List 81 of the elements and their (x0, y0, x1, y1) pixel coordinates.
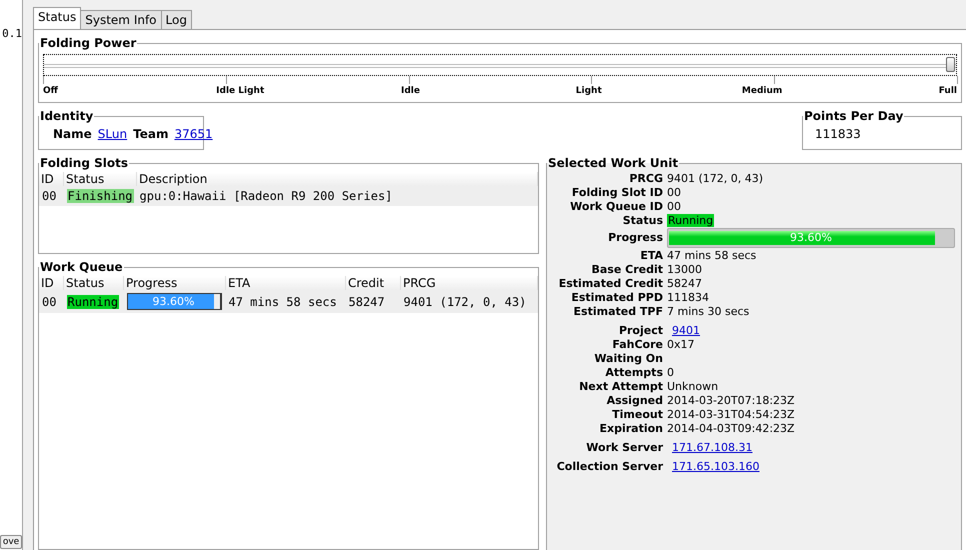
field-value: 13000 (667, 263, 703, 276)
tick-label: Off (43, 86, 58, 96)
group-title: Work Queue (39, 260, 124, 274)
field-value: 58247 (667, 277, 703, 290)
column-header: Description (136, 172, 538, 186)
field-label: Work Server (585, 441, 663, 454)
column-header: ID (39, 276, 64, 290)
field-label: Timeout (611, 408, 663, 421)
power-slider[interactable] (43, 54, 957, 76)
field-label: FahCore (611, 338, 663, 351)
table-cell: 00 (39, 186, 64, 206)
progress-text: 93.60% (789, 230, 833, 246)
field-label: Estimated TPF (572, 305, 663, 318)
field-value: 0x17 (667, 338, 696, 351)
field-label: Folding Slot ID (570, 186, 663, 199)
tick-label: Full (938, 86, 957, 96)
field-value: 00 (667, 186, 682, 199)
team-link[interactable]: 37651 (174, 127, 213, 141)
field-value: 2014-04-03T09:42:23Z (667, 422, 796, 435)
table-cell: 47 mins 58 secs (226, 290, 346, 313)
table-cell: 00 (39, 290, 64, 313)
field-value: 9401 (172, 0, 43) (667, 172, 764, 185)
name-link[interactable]: SLun (98, 127, 128, 141)
field-value: 0 (667, 366, 675, 379)
field-label: Estimated PPD (570, 291, 663, 304)
table-cell: 58247 (346, 290, 400, 313)
column-header: Status (64, 172, 137, 186)
field-label: Project (618, 324, 663, 337)
tab[interactable]: Log (160, 10, 192, 29)
table-cell: gpu:0:Hawaii [Radeon R9 200 Series] (136, 186, 538, 206)
column-header: Progress (124, 276, 226, 290)
field-label: Estimated Credit (558, 277, 663, 290)
table-cell: 9401 (172, 0, 43) (400, 290, 538, 313)
field-value: Unknown (667, 380, 720, 393)
name-label: Name (53, 127, 92, 141)
field-value: 7 mins 30 secs (667, 305, 750, 318)
field-label: Work Queue ID (569, 200, 663, 213)
slider-thumb[interactable] (946, 57, 955, 72)
group-title: Points Per Day (803, 109, 904, 123)
group-title: Folding Power (39, 36, 138, 50)
status-label: Running (667, 214, 714, 227)
field-link[interactable]: 9401 (672, 324, 700, 337)
field-link[interactable]: 171.65.103.160 (672, 460, 760, 473)
tick-label: Medium (742, 86, 782, 96)
tick-label: Idle Light (216, 86, 264, 96)
field-label: Base Credit (590, 263, 663, 276)
field-value: 111834 (667, 291, 710, 304)
points-per-day-value: 111833 (814, 126, 861, 143)
field-label: Expiration (598, 422, 663, 435)
status-label: Finishing (66, 189, 134, 203)
field-value: 2014-03-31T04:54:23Z (667, 408, 796, 421)
tick-label: Light (576, 86, 602, 96)
field-label: Next Attempt (578, 380, 663, 393)
field-label: PRCG (628, 172, 663, 185)
team-label: Team (133, 127, 168, 141)
group-title: Selected Work Unit (547, 156, 680, 170)
field-label: Status (622, 214, 663, 227)
field-value: 00 (667, 200, 682, 213)
field-label: Progress (607, 230, 663, 246)
left-pane-button[interactable]: ove (0, 535, 22, 549)
column-header: Credit (346, 276, 400, 290)
field-value: 2014-03-20T07:18:23Z (667, 394, 796, 407)
field-label: Attempts (604, 366, 663, 379)
progress-text: 93.60% (152, 294, 196, 309)
column-header: Status (64, 276, 124, 290)
tab[interactable]: System Info (80, 10, 162, 29)
group-title: Identity (39, 109, 94, 123)
tab[interactable]: Status (33, 7, 82, 29)
column-header: ETA (226, 276, 346, 290)
field-label: Collection Server (556, 460, 663, 473)
field-label: Waiting On (593, 352, 663, 365)
column-header: ID (39, 172, 64, 186)
left-pane-text: 0.1 (1, 27, 22, 40)
group-title: Folding Slots (39, 156, 129, 170)
field-value: 47 mins 58 secs (667, 249, 758, 262)
field-label: Assigned (606, 394, 663, 407)
status-label: Running (66, 294, 120, 308)
column-header: PRCG (400, 276, 538, 290)
field-link[interactable]: 171.67.108.31 (672, 441, 752, 454)
tick-label: Idle (401, 86, 420, 96)
field-label: ETA (639, 249, 663, 262)
